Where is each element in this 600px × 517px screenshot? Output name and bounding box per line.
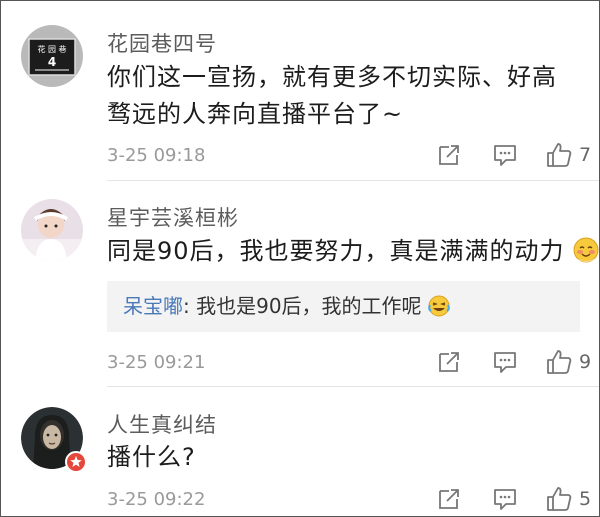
comment-time: 3-25 09:18 — [107, 145, 206, 166]
comment-item: 人生真纠结 播什么? 3-25 09:22 5 — [1, 387, 599, 516]
share-icon[interactable] — [435, 348, 463, 376]
reply-line: 呆宝嘟: 我也是90后，我的工作呢 — [123, 290, 450, 319]
like-count: 9 — [579, 351, 592, 373]
like-count: 7 — [579, 144, 592, 166]
comment-text-body: 同是90后，我也要努力，真是满满的动力 — [107, 237, 565, 265]
comment-text: 你们这一宣扬，就有更多不切实际、好高骛远的人奔向直播平台了~ — [107, 63, 557, 128]
comment-list: 花 园 巷 4 花园巷四号 你们这一宣扬，就有更多不切实际、好高骛远的人奔向直播… — [0, 0, 600, 517]
avatar-number-text: 4 — [48, 55, 56, 69]
avatar[interactable]: 花 园 巷 4 — [21, 25, 83, 87]
reply-separator: : — [183, 294, 197, 318]
like-icon[interactable] — [545, 141, 573, 169]
avatar[interactable] — [21, 199, 83, 261]
comment-text: 播什么? — [107, 443, 196, 471]
avatar-street-text: 花 园 巷 — [37, 44, 66, 54]
comment-username[interactable]: 花园巷四号 — [107, 28, 217, 58]
comment-time: 3-25 09:22 — [107, 489, 206, 510]
reply-icon[interactable] — [491, 141, 519, 169]
comment-item: 星宇芸溪桓彬 同是90后，我也要努力，真是满满的动力 呆宝嘟: 我也是90后，我… — [1, 181, 599, 387]
blushing-face-emoji — [573, 237, 599, 263]
comment-time: 3-25 09:21 — [107, 352, 206, 373]
reply-author[interactable]: 呆宝嘟 — [123, 294, 183, 318]
verified-badge-icon — [65, 451, 87, 473]
share-icon[interactable] — [435, 141, 463, 169]
reply-icon[interactable] — [491, 485, 519, 513]
reply-box[interactable]: 呆宝嘟: 我也是90后，我的工作呢 — [107, 281, 580, 332]
comment-item: 花 园 巷 4 花园巷四号 你们这一宣扬，就有更多不切实际、好高骛远的人奔向直播… — [1, 1, 599, 181]
comment-username[interactable]: 人生真纠结 — [107, 409, 217, 439]
reply-icon[interactable] — [491, 348, 519, 376]
comment-username[interactable]: 星宇芸溪桓彬 — [107, 202, 239, 232]
like-icon[interactable] — [545, 348, 573, 376]
reply-text: 我也是90后，我的工作呢 — [196, 294, 422, 318]
share-icon[interactable] — [435, 485, 463, 513]
like-count: 5 — [579, 488, 592, 510]
laughing-crying-face-emoji — [428, 295, 450, 317]
comment-text: 同是90后，我也要努力，真是满满的动力 — [107, 233, 599, 270]
avatar[interactable] — [21, 407, 87, 473]
like-icon[interactable] — [545, 485, 573, 513]
